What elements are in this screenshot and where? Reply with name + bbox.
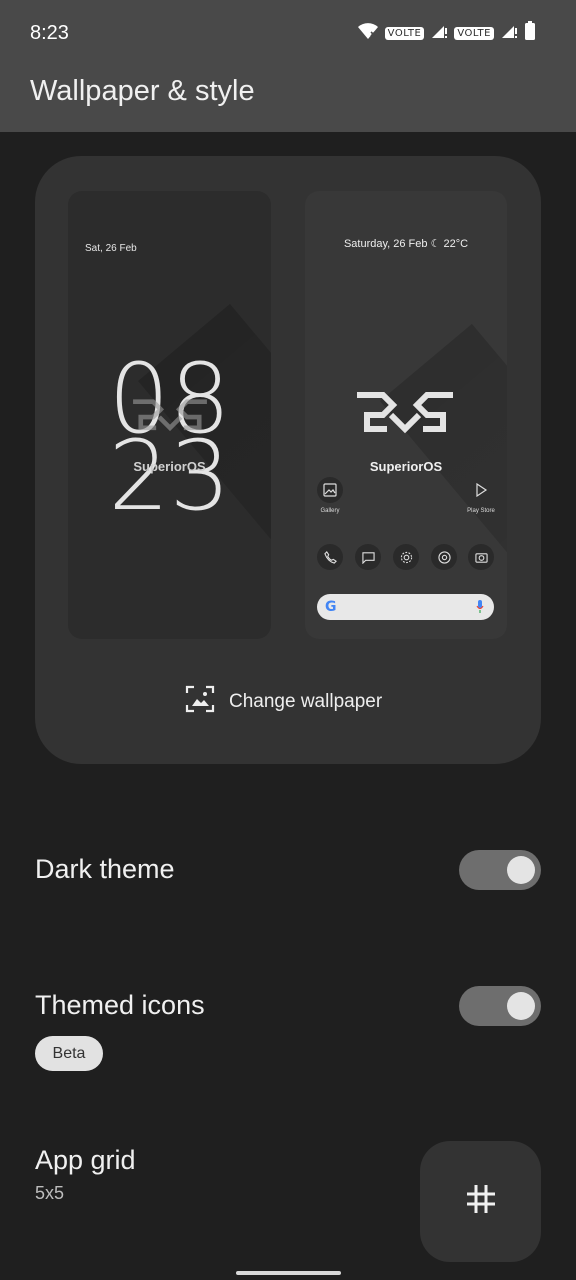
- gallery-icon: [317, 477, 343, 503]
- chrome-icon: [431, 544, 457, 570]
- toggle-knob: [507, 992, 535, 1020]
- lock-date: Sat, 26 Feb: [85, 243, 137, 254]
- wallpaper-icon: [185, 685, 215, 719]
- mic-icon: [476, 600, 484, 619]
- superioros-logo: [353, 383, 457, 444]
- themed-icons-toggle[interactable]: [459, 986, 541, 1026]
- navigation-handle[interactable]: [236, 1271, 341, 1275]
- superioros-logo-faint: [130, 386, 210, 447]
- change-wallpaper-button[interactable]: Change wallpaper: [185, 684, 382, 720]
- status-bar: 8:23 VOLTE VOLTE: [0, 0, 576, 66]
- signal-icon: [430, 22, 448, 45]
- page-title: Wallpaper & style: [30, 75, 255, 107]
- app-grid-value: 5x5: [35, 1183, 65, 1203]
- google-icon: G: [325, 599, 337, 615]
- volte-badge-1: VOLTE: [384, 26, 425, 40]
- settings-icon: [393, 544, 419, 570]
- battery-icon: [524, 20, 536, 46]
- home-screen-preview[interactable]: Saturday, 26 Feb ☾ 22°C SuperiorOS Galle…: [305, 191, 507, 639]
- home-brand: SuperiorOS: [369, 459, 443, 474]
- phone-icon: [317, 544, 343, 570]
- search-bar: G: [317, 594, 494, 620]
- lock-screen-preview[interactable]: Sat, 26 Feb 08 23 SuperiorOS: [68, 191, 271, 639]
- app-grid-label[interactable]: App grid: [35, 1145, 136, 1176]
- grid-icon: [464, 1182, 498, 1221]
- wifi-icon: [357, 22, 379, 45]
- lock-brand: SuperiorOS: [133, 459, 206, 474]
- dark-theme-toggle[interactable]: [459, 850, 541, 890]
- app-label-play-store: Play Store: [467, 508, 495, 514]
- change-wallpaper-label: Change wallpaper: [229, 691, 383, 712]
- app-grid-button[interactable]: [420, 1141, 541, 1262]
- signal-icon-2: [500, 22, 518, 45]
- app-label-gallery: Gallery: [320, 508, 340, 514]
- volte-badge-2: VOLTE: [454, 26, 494, 40]
- status-icons: VOLTE VOLTE: [357, 20, 536, 46]
- toggle-knob: [507, 856, 535, 884]
- lock-clock-minutes: 23: [108, 420, 231, 532]
- camera-icon: [468, 544, 494, 570]
- beta-badge: Beta: [35, 1036, 103, 1071]
- home-date: Saturday, 26 Feb ☾ 22°C: [343, 238, 469, 250]
- themed-icons-label: Themed icons: [35, 990, 205, 1020]
- play-store-icon: [468, 477, 494, 503]
- dark-theme-label: Dark theme: [35, 854, 175, 884]
- status-time: 8:23: [30, 22, 69, 44]
- messages-icon: [355, 544, 381, 570]
- app-bar: Wallpaper & style: [0, 66, 576, 132]
- wallpaper-preview-card: Sat, 26 Feb 08 23 SuperiorOS Saturday, 2…: [35, 156, 541, 764]
